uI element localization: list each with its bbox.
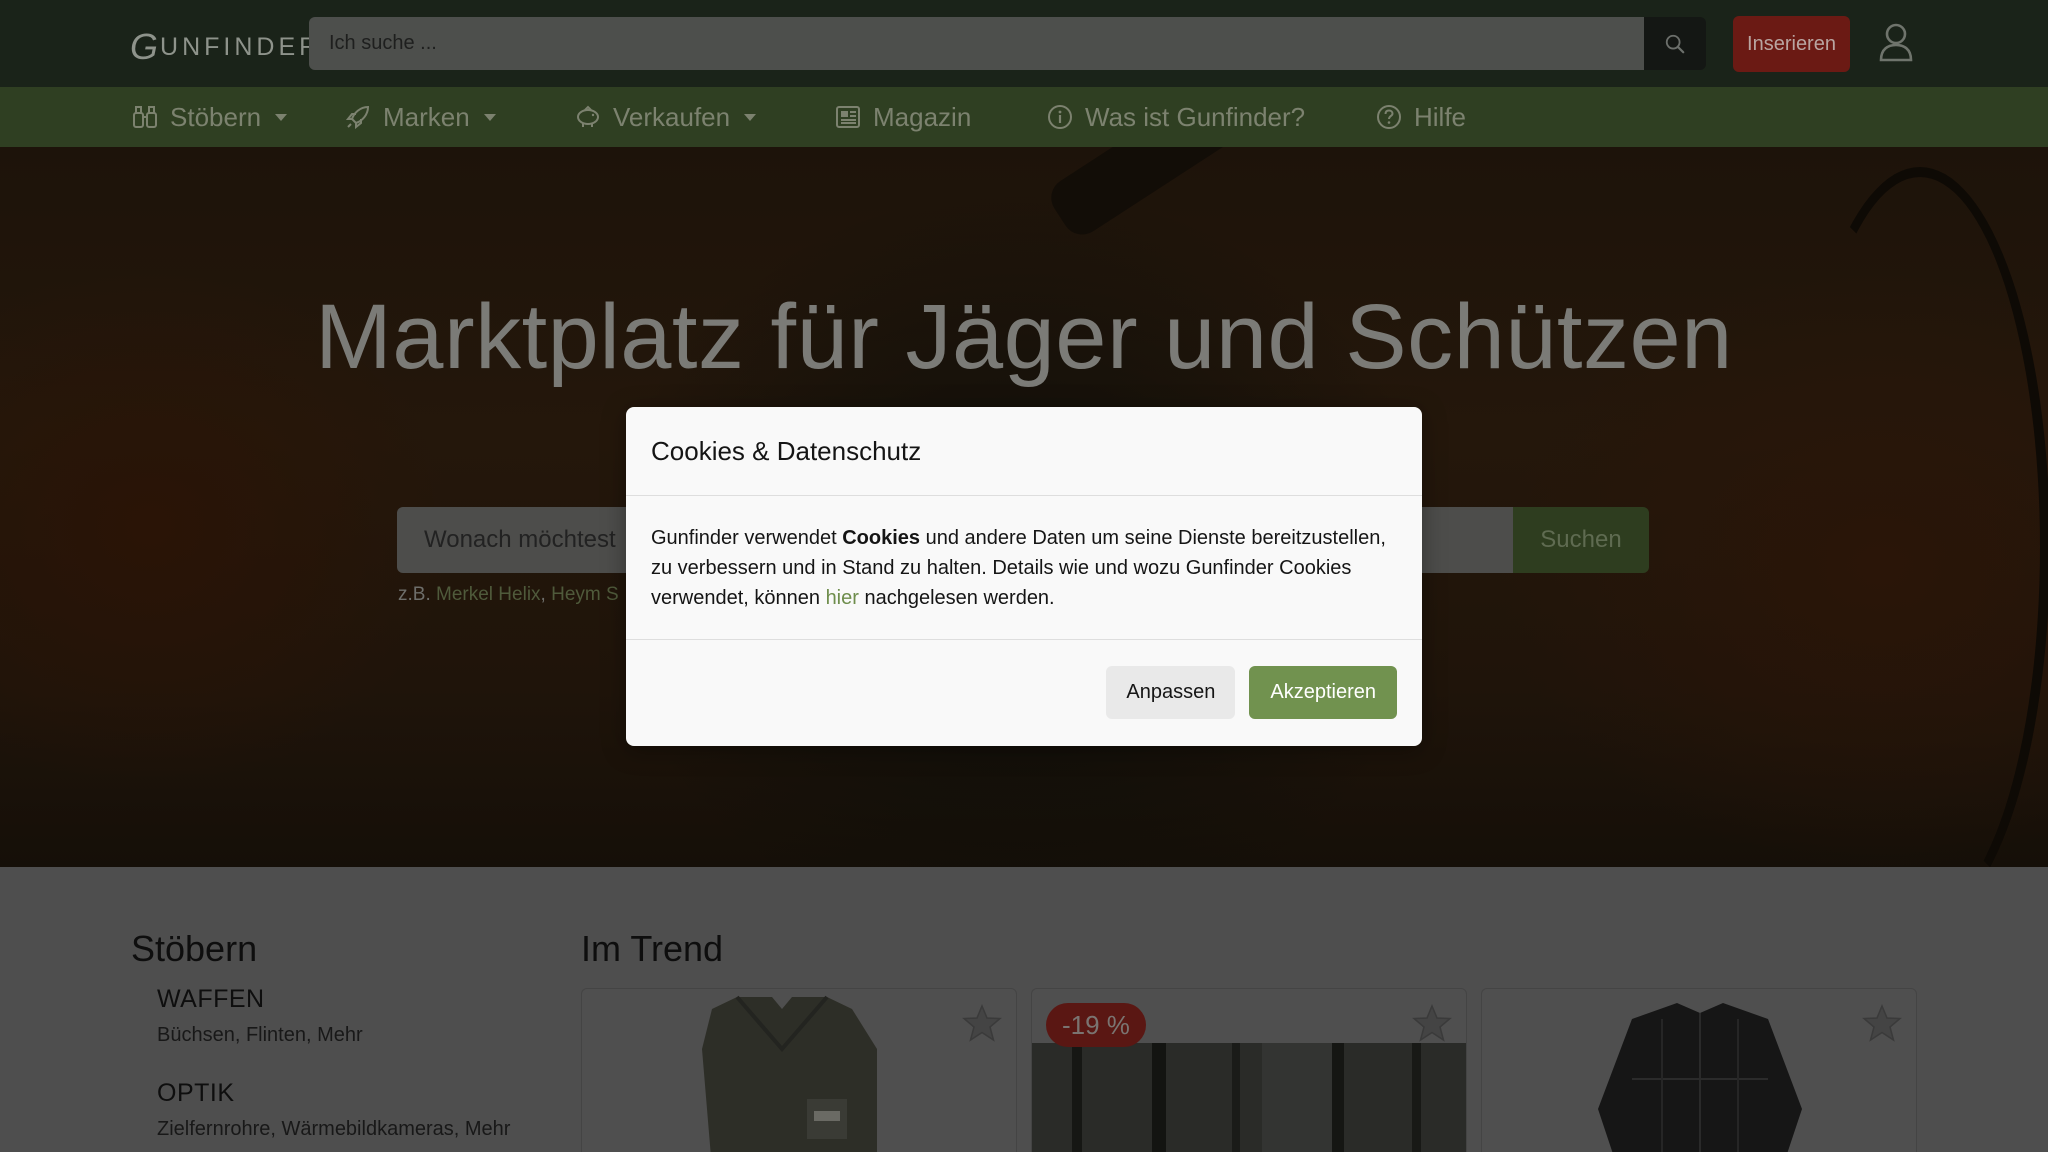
category-sub: Büchsen, Flinten, Mehr — [157, 1024, 363, 1046]
product-card[interactable]: -19 % — [1031, 988, 1467, 1152]
main-nav: Stöbern Marken Verkaufen Magazin Was ist… — [0, 87, 2048, 147]
nav-label: Magazin — [873, 101, 972, 132]
discount-badge: -19 % — [1046, 1003, 1146, 1047]
nav-label: Hilfe — [1414, 101, 1467, 132]
browse-title: Stöbern — [131, 928, 258, 969]
category-sub: Zielfernrohre, Wärmebildkameras, Mehr — [157, 1118, 511, 1140]
favorite-star-icon[interactable] — [1412, 1003, 1452, 1043]
dialog-text-bold: Cookies — [842, 527, 921, 549]
hero-search-button[interactable]: Suchen — [1513, 507, 1649, 573]
dialog-footer: Anpassen Akzeptieren — [626, 640, 1422, 745]
chevron-down-icon — [483, 113, 496, 121]
example-link-merkel-helix[interactable]: Merkel Helix — [436, 584, 541, 605]
insert-button[interactable]: Inserieren — [1733, 16, 1850, 72]
adjust-cookies-button[interactable]: Anpassen — [1106, 666, 1236, 719]
category-optik[interactable]: OPTIK Zielfernrohre, Wärmebildkameras, M… — [157, 1079, 510, 1141]
nav-item-marken[interactable]: Marken — [345, 87, 496, 147]
user-icon[interactable] — [1878, 22, 1914, 62]
newspaper-icon — [836, 106, 860, 128]
hero-background-shotgun — [1043, 147, 1832, 243]
category-waffen[interactable]: WAFFEN Büchsen, Flinten, Mehr — [157, 985, 363, 1047]
nav-label: Stöbern — [170, 101, 262, 132]
header-search — [309, 17, 1706, 70]
nav-label: Was ist Gunfinder? — [1085, 101, 1306, 132]
logo-text: UNFINDER — [160, 33, 322, 61]
hero-background-arc — [1790, 167, 2048, 867]
gunfinder-logo[interactable]: G UNFINDER — [130, 26, 322, 67]
category-name: OPTIK — [157, 1079, 235, 1107]
rocket-icon — [345, 105, 370, 130]
product-card[interactable] — [581, 988, 1017, 1152]
favorite-star-icon[interactable] — [1862, 1003, 1902, 1043]
question-circle-icon — [1377, 105, 1401, 129]
header-search-button[interactable] — [1644, 17, 1706, 70]
dialog-header: Cookies & Datenschutz — [626, 407, 1422, 496]
product-card[interactable] — [1481, 988, 1917, 1152]
top-bar: G UNFINDER Inserieren — [0, 0, 2048, 87]
nav-label: Marken — [383, 101, 470, 132]
dialog-text-part: Gunfinder verwendet — [651, 527, 843, 549]
chevron-down-icon — [744, 113, 757, 121]
examples-separator: , — [540, 584, 546, 605]
header-search-input[interactable] — [309, 17, 1644, 70]
cookie-consent-dialog: Cookies & Datenschutz Gunfinder verwende… — [626, 407, 1422, 746]
vest-image — [702, 995, 877, 1152]
hero-examples: z.B. Merkel Helix, Heym S — [398, 584, 619, 606]
dialog-title: Cookies & Datenschutz — [651, 435, 922, 466]
info-circle-icon — [1048, 105, 1072, 129]
chevron-down-icon — [275, 113, 288, 121]
dialog-text-part: nachgelesen werden. — [858, 587, 1055, 609]
nav-item-stoebern[interactable]: Stöbern — [132, 87, 288, 147]
examples-prefix: z.B. — [398, 584, 431, 605]
nav-item-verkaufen[interactable]: Verkaufen — [575, 87, 757, 147]
category-name: WAFFEN — [157, 985, 265, 1013]
nav-item-was-ist-gunfinder[interactable]: Was ist Gunfinder? — [1047, 87, 1305, 147]
example-link-heym[interactable]: Heym S — [551, 584, 619, 605]
nav-item-hilfe[interactable]: Hilfe — [1376, 87, 1466, 147]
search-icon — [1665, 34, 1685, 53]
binoculars-icon — [133, 106, 157, 128]
piggy-bank-icon — [577, 105, 599, 127]
trend-title: Im Trend — [581, 928, 724, 969]
shirt-image — [1598, 1003, 1802, 1152]
dialog-body: Gunfinder verwendet Cookies und andere D… — [626, 496, 1422, 640]
nav-label: Verkaufen — [613, 101, 731, 132]
accept-cookies-button[interactable]: Akzeptieren — [1249, 666, 1397, 719]
privacy-details-link[interactable]: hier — [826, 587, 859, 609]
favorite-star-icon[interactable] — [962, 1003, 1002, 1043]
nav-item-magazin[interactable]: Magazin — [835, 87, 971, 147]
hero-title: Marktplatz für Jäger und Schützen — [315, 286, 1733, 388]
logo-initial: G — [130, 26, 160, 67]
